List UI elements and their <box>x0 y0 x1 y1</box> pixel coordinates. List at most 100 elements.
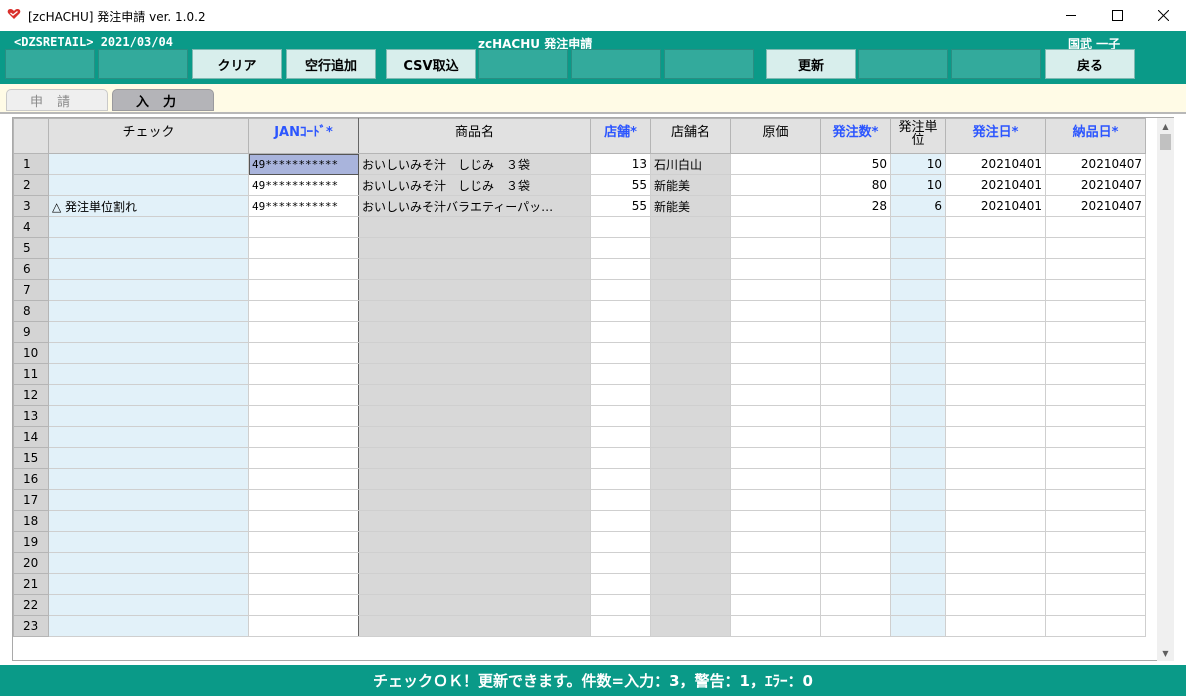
scrollbar-thumb[interactable] <box>1160 134 1171 150</box>
cell-order-date[interactable] <box>945 216 1046 238</box>
cell-store[interactable] <box>590 552 651 574</box>
cell-product-name[interactable] <box>358 552 591 574</box>
cell-product-name[interactable] <box>358 342 591 364</box>
cell-order-date[interactable] <box>945 258 1046 280</box>
cell-product-name[interactable] <box>358 447 591 469</box>
cell-jan[interactable] <box>248 426 359 448</box>
cell-store[interactable] <box>590 300 651 322</box>
cell-delivery-date[interactable] <box>1045 363 1146 385</box>
table-row[interactable]: 21 <box>13 573 1146 595</box>
cell-jan[interactable]: 49*********** <box>248 174 359 196</box>
cell-store-name[interactable] <box>650 216 731 238</box>
cell-order-unit[interactable] <box>890 573 946 595</box>
row-number[interactable]: 10 <box>13 342 49 364</box>
cell-product-name[interactable] <box>358 531 591 553</box>
cell-store-name[interactable] <box>650 342 731 364</box>
cell-store[interactable] <box>590 237 651 259</box>
table-row[interactable]: 11 <box>13 363 1146 385</box>
cell-quantity[interactable]: 28 <box>820 195 891 217</box>
cell-order-unit[interactable] <box>890 279 946 301</box>
cell-check[interactable] <box>48 468 249 490</box>
cell-cost[interactable] <box>730 531 821 553</box>
row-number[interactable]: 16 <box>13 468 49 490</box>
cell-store-name[interactable]: 石川白山 <box>650 153 731 175</box>
column-header-check[interactable]: チェック <box>48 118 249 154</box>
table-row[interactable]: 10 <box>13 342 1146 364</box>
column-header-jan[interactable]: JANｺｰﾄﾞ* <box>248 118 359 154</box>
cell-order-unit[interactable] <box>890 510 946 532</box>
cell-order-unit[interactable] <box>890 447 946 469</box>
cell-quantity[interactable] <box>820 426 891 448</box>
cell-product-name[interactable] <box>358 321 591 343</box>
cell-order-unit[interactable] <box>890 426 946 448</box>
cell-cost[interactable] <box>730 594 821 616</box>
cell-order-date[interactable] <box>945 573 1046 595</box>
cell-store-name[interactable] <box>650 489 731 511</box>
cell-delivery-date[interactable] <box>1045 615 1146 637</box>
cell-delivery-date[interactable] <box>1045 552 1146 574</box>
cell-order-date[interactable] <box>945 363 1046 385</box>
add-empty-row-button[interactable]: 空行追加 <box>286 49 376 79</box>
cell-quantity[interactable] <box>820 531 891 553</box>
cell-jan[interactable] <box>248 405 359 427</box>
column-header-store[interactable]: 店舗* <box>590 118 651 154</box>
cell-store-name[interactable] <box>650 615 731 637</box>
cell-delivery-date[interactable] <box>1045 573 1146 595</box>
update-button[interactable]: 更新 <box>766 49 856 79</box>
cell-check[interactable] <box>48 426 249 448</box>
column-header-store-name[interactable]: 店舗名 <box>650 118 731 154</box>
table-row[interactable]: 8 <box>13 300 1146 322</box>
table-row[interactable]: 13 <box>13 405 1146 427</box>
table-row[interactable]: 19 <box>13 531 1146 553</box>
table-row[interactable]: 6 <box>13 258 1146 280</box>
cell-product-name[interactable] <box>358 300 591 322</box>
cell-store[interactable] <box>590 447 651 469</box>
cell-jan[interactable] <box>248 447 359 469</box>
column-header-product-name[interactable]: 商品名 <box>358 118 591 154</box>
function-key-7[interactable] <box>571 49 661 79</box>
cell-check[interactable] <box>48 447 249 469</box>
column-header-order-unit[interactable]: 発注単位 <box>890 118 946 154</box>
cell-check[interactable] <box>48 300 249 322</box>
cell-order-unit[interactable] <box>890 489 946 511</box>
cell-quantity[interactable] <box>820 237 891 259</box>
cell-store[interactable] <box>590 384 651 406</box>
cell-quantity[interactable] <box>820 363 891 385</box>
cell-order-unit[interactable] <box>890 363 946 385</box>
cell-order-date[interactable] <box>945 594 1046 616</box>
cell-store-name[interactable] <box>650 258 731 280</box>
cell-cost[interactable] <box>730 300 821 322</box>
cell-order-date[interactable] <box>945 342 1046 364</box>
row-number[interactable]: 20 <box>13 552 49 574</box>
cell-delivery-date[interactable]: 20210407 <box>1045 153 1146 175</box>
cell-product-name[interactable] <box>358 258 591 280</box>
cell-store[interactable] <box>590 468 651 490</box>
cell-order-unit[interactable] <box>890 342 946 364</box>
table-row[interactable]: 3 △ 発注単位割れ 49*********** おいしいみそ汁バラエティーパッ… 55… <box>13 195 1146 217</box>
cell-check[interactable] <box>48 510 249 532</box>
cell-store[interactable] <box>590 594 651 616</box>
cell-store[interactable] <box>590 615 651 637</box>
cell-product-name[interactable] <box>358 279 591 301</box>
cell-store-name[interactable]: 新能美 <box>650 174 731 196</box>
cell-cost[interactable] <box>730 573 821 595</box>
cell-product-name[interactable] <box>358 384 591 406</box>
cell-order-date[interactable] <box>945 447 1046 469</box>
table-row[interactable]: 22 <box>13 594 1146 616</box>
row-number[interactable]: 15 <box>13 447 49 469</box>
clear-button[interactable]: クリア <box>192 49 282 79</box>
cell-check[interactable] <box>48 342 249 364</box>
cell-check[interactable] <box>48 489 249 511</box>
table-row[interactable]: 17 <box>13 489 1146 511</box>
scroll-up-icon[interactable]: ▲ <box>1157 118 1174 134</box>
cell-order-date[interactable] <box>945 510 1046 532</box>
cell-check[interactable] <box>48 531 249 553</box>
row-number[interactable]: 5 <box>13 237 49 259</box>
cell-order-date[interactable] <box>945 426 1046 448</box>
cell-cost[interactable] <box>730 174 821 196</box>
cell-order-unit[interactable] <box>890 216 946 238</box>
cell-order-unit[interactable] <box>890 468 946 490</box>
cell-order-date[interactable] <box>945 615 1046 637</box>
cell-jan[interactable] <box>248 237 359 259</box>
cell-quantity[interactable] <box>820 447 891 469</box>
